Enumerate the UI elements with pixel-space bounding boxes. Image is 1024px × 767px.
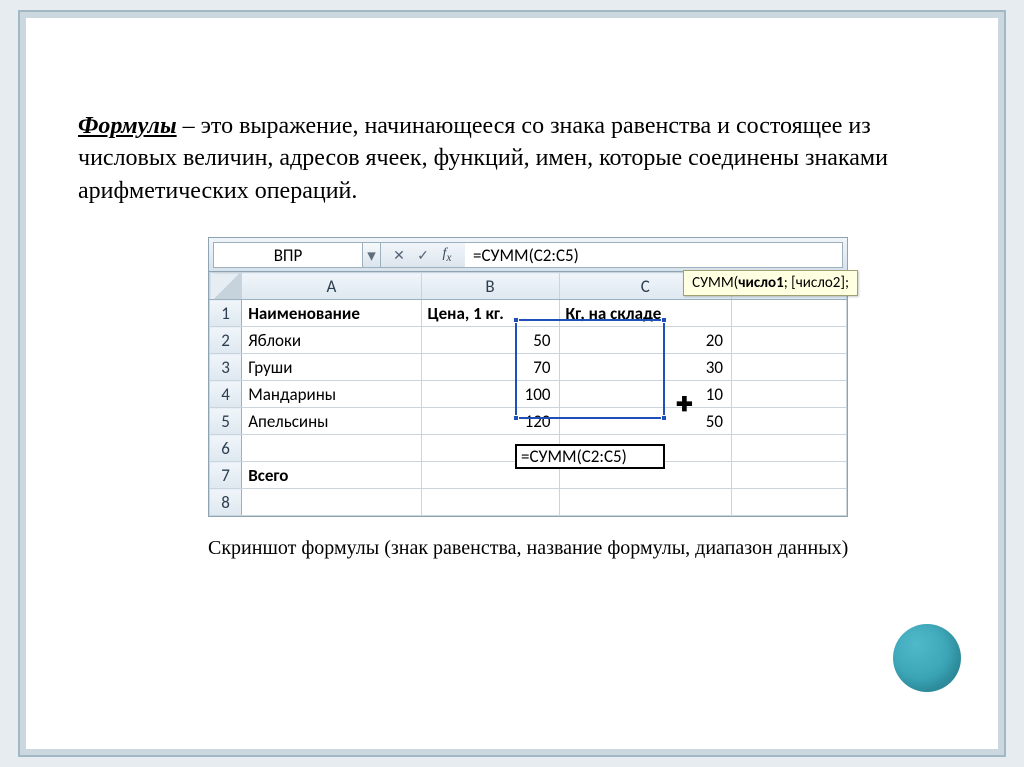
name-box[interactable]: ВПР (213, 242, 363, 268)
cell[interactable]: 50 (559, 408, 731, 435)
row-header[interactable]: 6 (210, 435, 242, 462)
tooltip-arg1: число1 (738, 274, 784, 292)
cell[interactable]: Яблоки (242, 327, 421, 354)
select-all-corner[interactable] (210, 273, 242, 300)
cell[interactable] (421, 462, 559, 489)
row-header[interactable]: 5 (210, 408, 242, 435)
cell[interactable]: Апельсины (242, 408, 421, 435)
cell[interactable]: 30 (559, 354, 731, 381)
row-header[interactable]: 8 (210, 489, 242, 516)
table-row: 2 Яблоки 50 20 (210, 327, 847, 354)
row-header[interactable]: 7 (210, 462, 242, 489)
col-header-B[interactable]: B (421, 273, 559, 300)
formula-tooltip: СУММ(число1; [число2]; (683, 270, 858, 296)
fx-icon[interactable]: fx (439, 246, 455, 264)
slide-frame: Формулы – это выражение, начинающееся со… (18, 10, 1006, 757)
formula-input[interactable]: =СУММ(C2:C5) (465, 242, 843, 268)
cell[interactable] (559, 489, 731, 516)
name-box-dropdown[interactable]: ▾ (363, 242, 381, 268)
cell[interactable] (731, 489, 846, 516)
cell[interactable] (421, 489, 559, 516)
slide-content: Формулы – это выражение, начинающееся со… (28, 20, 996, 747)
cell[interactable] (731, 327, 846, 354)
table-row: 5 Апельсины 120 50 (210, 408, 847, 435)
cell[interactable]: Груши (242, 354, 421, 381)
table-row: 4 Мандарины 100 10 (210, 381, 847, 408)
row-header[interactable]: 2 (210, 327, 242, 354)
table-row: 1 Наименование Цена, 1 кг. Кг, на складе (210, 300, 847, 327)
plus-cursor-icon: ✚ (676, 392, 693, 417)
table-row: 7 Всего (210, 462, 847, 489)
formula-bar: ВПР ▾ ✕ ✓ fx =СУММ(C2:C5) (213, 242, 843, 268)
decorative-circle (893, 624, 961, 692)
spreadsheet-grid: A B C 1 Наименование Цена, 1 кг. Кг, на … (208, 272, 848, 517)
cell[interactable] (731, 408, 846, 435)
cell[interactable] (731, 435, 846, 462)
cell[interactable] (559, 462, 731, 489)
cell[interactable]: 50 (421, 327, 559, 354)
cell[interactable]: Всего (242, 462, 421, 489)
cancel-formula-icon[interactable]: ✕ (391, 247, 407, 264)
cell[interactable] (421, 435, 559, 462)
cell[interactable]: 20 (559, 327, 731, 354)
definition-keyword: Формулы (78, 113, 177, 139)
table-row: 8 (210, 489, 847, 516)
cell[interactable] (242, 489, 421, 516)
table-row: 6 (210, 435, 847, 462)
tooltip-rest: ; [число2]; (784, 274, 849, 292)
col-header-A[interactable]: A (242, 273, 421, 300)
cell[interactable]: Мандарины (242, 381, 421, 408)
caption-text: Скриншот формулы (знак равенства, назван… (208, 535, 908, 561)
cell[interactable]: 70 (421, 354, 559, 381)
cell[interactable] (731, 354, 846, 381)
enter-formula-icon[interactable]: ✓ (415, 247, 431, 264)
excel-screenshot: ВПР ▾ ✕ ✓ fx =СУММ(C2:C5) СУММ( (208, 237, 848, 517)
definition-paragraph: Формулы – это выражение, начинающееся со… (78, 110, 946, 207)
cell[interactable]: 100 (421, 381, 559, 408)
cell[interactable] (731, 462, 846, 489)
formula-input-text: =СУММ(C2:C5) (473, 245, 579, 266)
name-box-value: ВПР (274, 245, 303, 266)
cell[interactable]: 10 (559, 381, 731, 408)
definition-text: – это выражение, начинающееся со знака р… (78, 113, 888, 204)
cell[interactable]: 120 (421, 408, 559, 435)
cell[interactable]: Наименование (242, 300, 421, 327)
formula-bar-area: ВПР ▾ ✕ ✓ fx =СУММ(C2:C5) (208, 237, 848, 272)
cell[interactable] (731, 300, 846, 327)
row-header[interactable]: 4 (210, 381, 242, 408)
spreadsheet-table: A B C 1 Наименование Цена, 1 кг. Кг, на … (209, 272, 847, 516)
cell[interactable] (559, 435, 731, 462)
row-header[interactable]: 1 (210, 300, 242, 327)
cell[interactable] (242, 435, 421, 462)
table-row: 3 Груши 70 30 (210, 354, 847, 381)
chevron-down-icon: ▾ (367, 245, 376, 266)
row-header[interactable]: 3 (210, 354, 242, 381)
formula-bar-buttons: ✕ ✓ fx (381, 242, 465, 268)
cell[interactable]: Цена, 1 кг. (421, 300, 559, 327)
cell[interactable]: Кг, на складе (559, 300, 731, 327)
tooltip-fn: СУММ( (692, 274, 738, 292)
cell[interactable] (731, 381, 846, 408)
